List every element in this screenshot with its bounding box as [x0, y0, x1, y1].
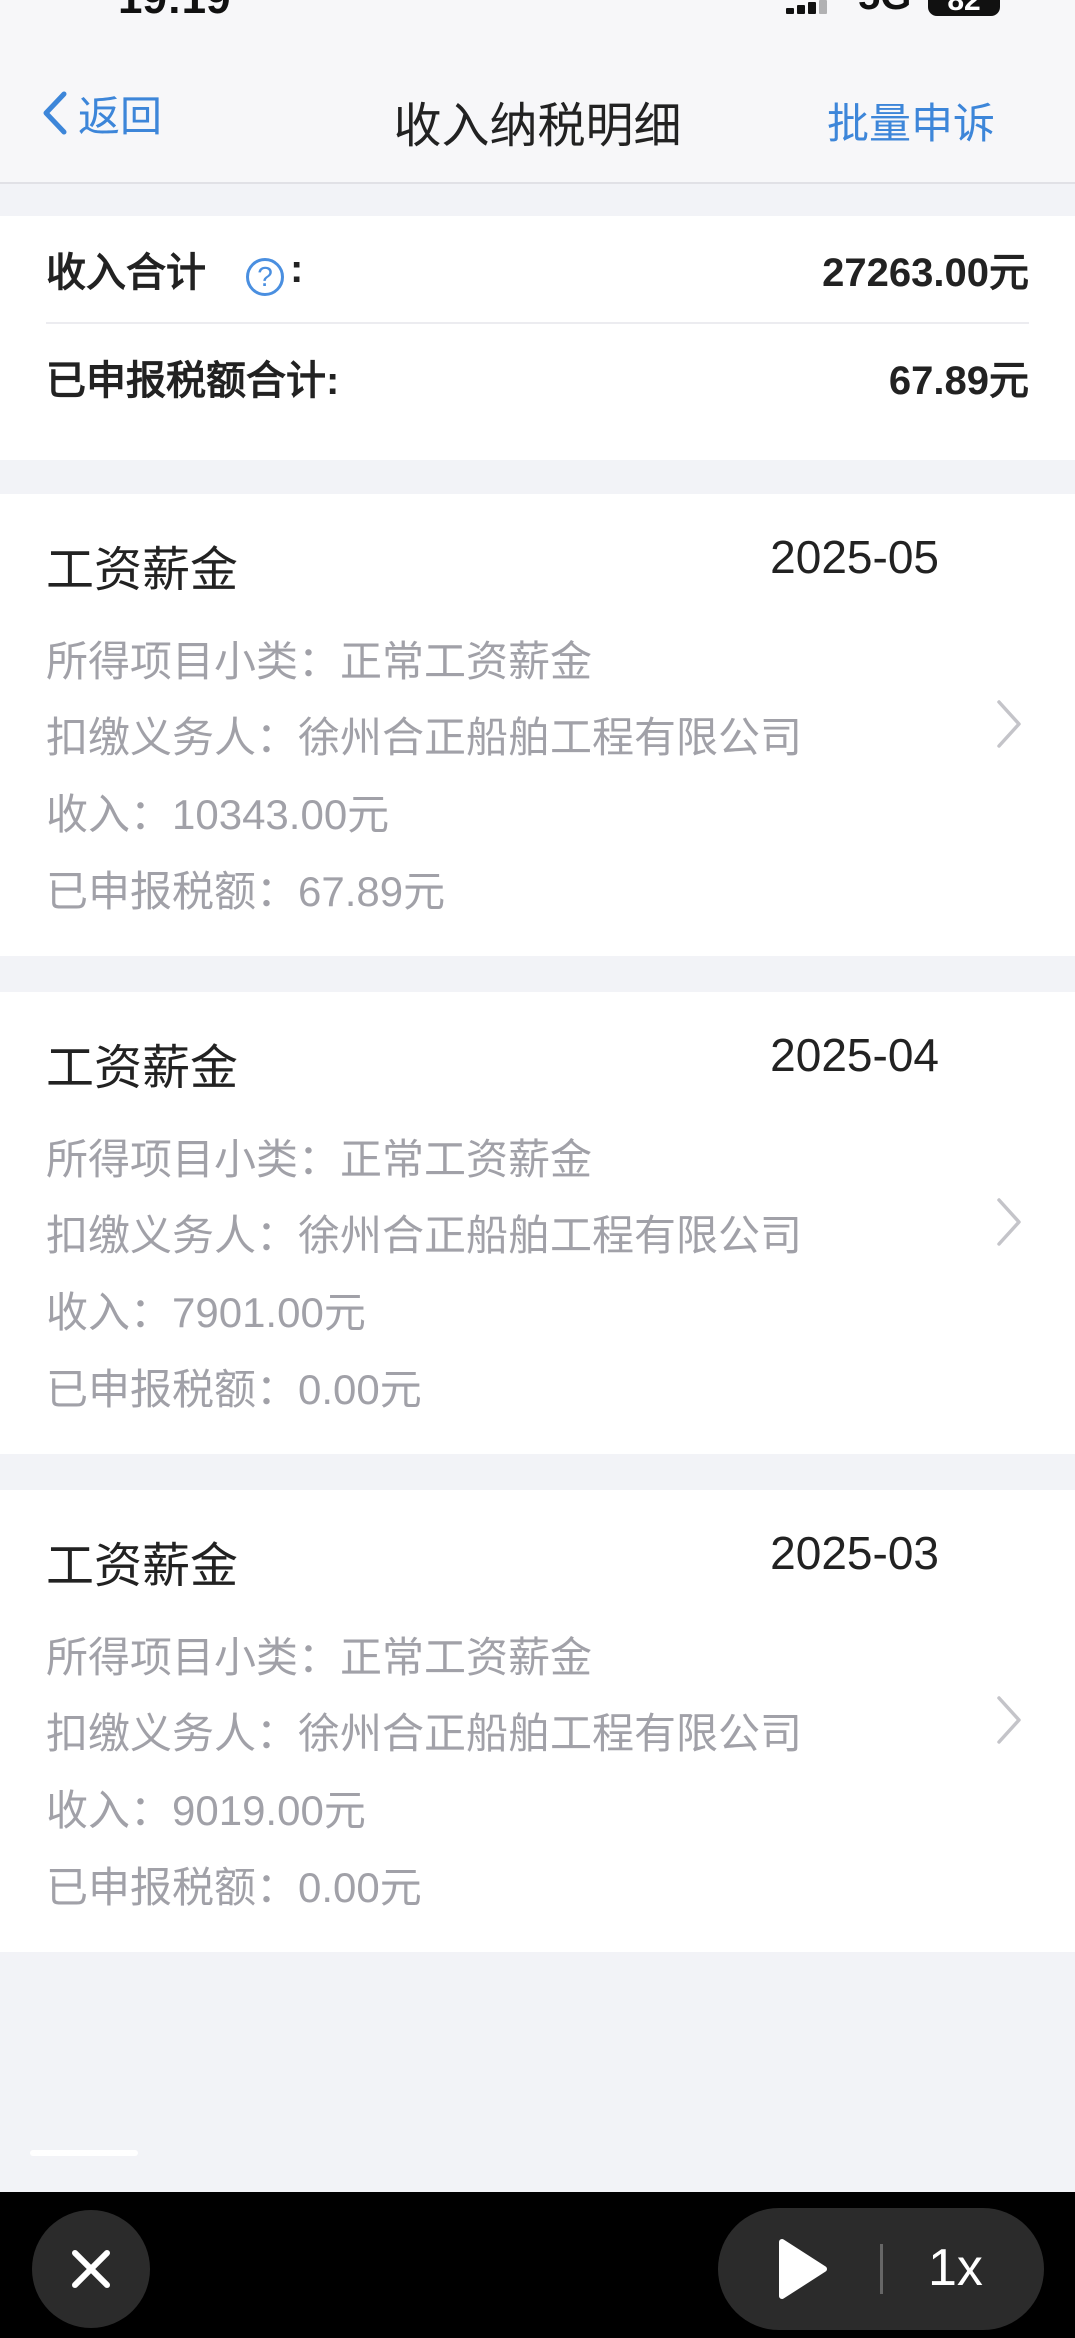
record-income: 收入：7901.00元 [46, 1289, 366, 1336]
record-month: 2025-05 [770, 531, 939, 583]
battery-icon: 82 [928, 0, 1000, 17]
income-type: 工资薪金 [46, 1042, 239, 1095]
record-income: 收入：9019.00元 [46, 1787, 366, 1834]
income-type: 工资薪金 [46, 544, 239, 597]
help-icon[interactable]: ? [246, 258, 284, 296]
income-subcategory: 所得项目小类：正常工资薪金 [46, 1136, 593, 1183]
network-type: 5G [858, 0, 911, 19]
income-type: 工资薪金 [46, 1540, 239, 1593]
record-tax: 已申报税额：0.00元 [46, 1366, 422, 1413]
close-button[interactable] [32, 2210, 150, 2328]
media-control-bar: 1x [0, 2192, 1075, 2338]
income-record-card[interactable]: 工资薪金 2025-03 所得项目小类：正常工资薪金 扣缴义务人：徐州合正船舶工… [0, 1490, 1075, 1952]
withholding-agent: 扣缴义务人：徐州合正船舶工程有限公司 [46, 1212, 803, 1259]
status-time: 19:19 [118, 0, 231, 24]
tax-total-value: 67.89元 [888, 359, 1029, 403]
signal-icon [786, 0, 827, 14]
summary-card: 收入合计 ? : 27263.00元 已申报税额合计: 67.89元 [0, 216, 1075, 460]
home-indicator [30, 2150, 138, 2156]
chevron-right-icon [997, 1198, 1021, 1246]
income-total-label: 收入合计 [46, 251, 206, 295]
income-record-card[interactable]: 工资薪金 2025-05 所得项目小类：正常工资薪金 扣缴义务人：徐州合正船舶工… [0, 494, 1075, 956]
batch-appeal-button[interactable]: 批量申诉 [827, 90, 995, 151]
play-icon[interactable] [772, 2236, 832, 2302]
record-tax: 已申报税额：67.89元 [46, 868, 446, 915]
record-month: 2025-03 [770, 1527, 939, 1579]
divider [880, 2244, 883, 2294]
playback-controls: 1x [718, 2208, 1044, 2330]
income-subcategory: 所得项目小类：正常工资薪金 [46, 1634, 593, 1681]
status-bar: 19:19 5G 82 [0, 0, 1075, 36]
tax-total-row: 已申报税额合计: 67.89元 [46, 324, 1029, 430]
chevron-right-icon [997, 1696, 1021, 1744]
income-total-colon: : [290, 246, 304, 291]
income-subcategory: 所得项目小类：正常工资薪金 [46, 638, 593, 685]
withholding-agent: 扣缴义务人：徐州合正船舶工程有限公司 [46, 1710, 803, 1757]
income-total-value: 27263.00元 [822, 251, 1029, 295]
nav-bar: 返回 收入纳税明细 批量申诉 [0, 36, 1075, 184]
chevron-right-icon [997, 700, 1021, 748]
record-month: 2025-04 [770, 1029, 939, 1081]
playback-speed-button[interactable]: 1x [928, 2238, 983, 2298]
income-record-card[interactable]: 工资薪金 2025-04 所得项目小类：正常工资薪金 扣缴义务人：徐州合正船舶工… [0, 992, 1075, 1454]
record-income: 收入：10343.00元 [46, 791, 390, 838]
income-total-row: 收入合计 ? : 27263.00元 [46, 216, 1029, 324]
chevron-left-icon [43, 91, 67, 135]
withholding-agent: 扣缴义务人：徐州合正船舶工程有限公司 [46, 714, 803, 761]
record-tax: 已申报税额：0.00元 [46, 1864, 422, 1911]
close-icon [72, 2250, 110, 2288]
income-total-label-group: 收入合计 ? : [46, 240, 303, 298]
tax-total-label: 已申报税额合计: [46, 359, 340, 403]
back-label: 返回 [78, 92, 163, 140]
back-button[interactable]: 返回 [40, 88, 162, 140]
